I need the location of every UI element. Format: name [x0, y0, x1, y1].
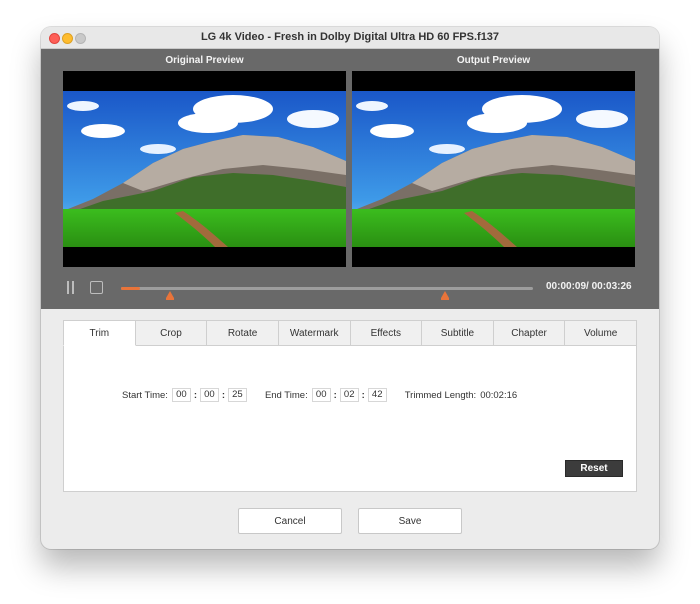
title-bar: LG 4k Video - Fresh in Dolby Digital Ult… [41, 27, 659, 49]
original-preview-label: Original Preview [165, 55, 244, 66]
output-preview-label: Output Preview [456, 55, 531, 66]
output-preview [352, 71, 635, 267]
time-separator: : [193, 389, 198, 401]
trimmed-length-value: 00:02:16 [480, 389, 518, 401]
start-seconds-field[interactable]: 25 [227, 388, 247, 402]
tab-crop[interactable]: Crop [135, 320, 208, 346]
tab-rotate[interactable]: Rotate [207, 320, 279, 346]
time-separator: : [333, 389, 337, 401]
end-hours-field[interactable]: 00 [311, 388, 331, 402]
reset-button[interactable]: Reset [565, 460, 623, 477]
cancel-button[interactable]: Cancel [238, 508, 342, 534]
edit-tabs-panel: Trim Crop Rotate Watermark Effects Subtitle Ch… [63, 320, 637, 492]
original-preview-image [63, 91, 346, 247]
end-time-label: End Time: [264, 389, 308, 401]
edit-tab-bar: Trim Crop Rotate Watermark Effects Subtitle Ch… [63, 320, 637, 346]
start-hours-field[interactable]: 00 [171, 388, 191, 402]
tab-subtitle[interactable]: Subtitle [422, 320, 494, 346]
preview-area: Original Preview Output Preview 00:00:09… [41, 49, 659, 309]
trim-settings: Start Time: 00 : 00 : 25 End Time: 00 : … [122, 388, 517, 402]
original-preview [63, 71, 346, 267]
tab-chapter[interactable]: Chapter [493, 320, 566, 346]
start-minutes-field[interactable]: 00 [199, 388, 219, 402]
time-separator: : [361, 389, 365, 401]
editor-window: LG 4k Video - Fresh in Dolby Digital Ult… [41, 27, 659, 549]
pause-icon[interactable] [65, 281, 77, 295]
start-time-label: Start Time: [122, 389, 168, 401]
end-minutes-field[interactable]: 02 [339, 388, 359, 402]
tab-trim[interactable]: Trim [63, 320, 136, 346]
end-seconds-field[interactable]: 42 [367, 388, 387, 402]
tab-effects[interactable]: Effects [350, 320, 423, 346]
trim-start-handle[interactable] [166, 291, 175, 300]
trim-end-handle[interactable] [440, 291, 449, 300]
timeline-progress [121, 287, 141, 290]
tab-volume[interactable]: Volume [565, 320, 637, 346]
playback-time: 00:00:09/ 00:03:26 [546, 281, 632, 292]
timeline-scrubber[interactable] [121, 287, 533, 290]
window-title: LG 4k Video - Fresh in Dolby Digital Ult… [200, 31, 500, 43]
save-button[interactable]: Save [358, 508, 462, 534]
trimmed-length-label: Trimmed Length: [404, 389, 477, 401]
output-preview-image [352, 91, 635, 247]
playback-controls: 00:00:09/ 00:03:26 [41, 277, 659, 309]
time-separator: : [221, 389, 226, 401]
tab-watermark[interactable]: Watermark [278, 320, 351, 346]
stop-icon[interactable] [90, 281, 103, 294]
